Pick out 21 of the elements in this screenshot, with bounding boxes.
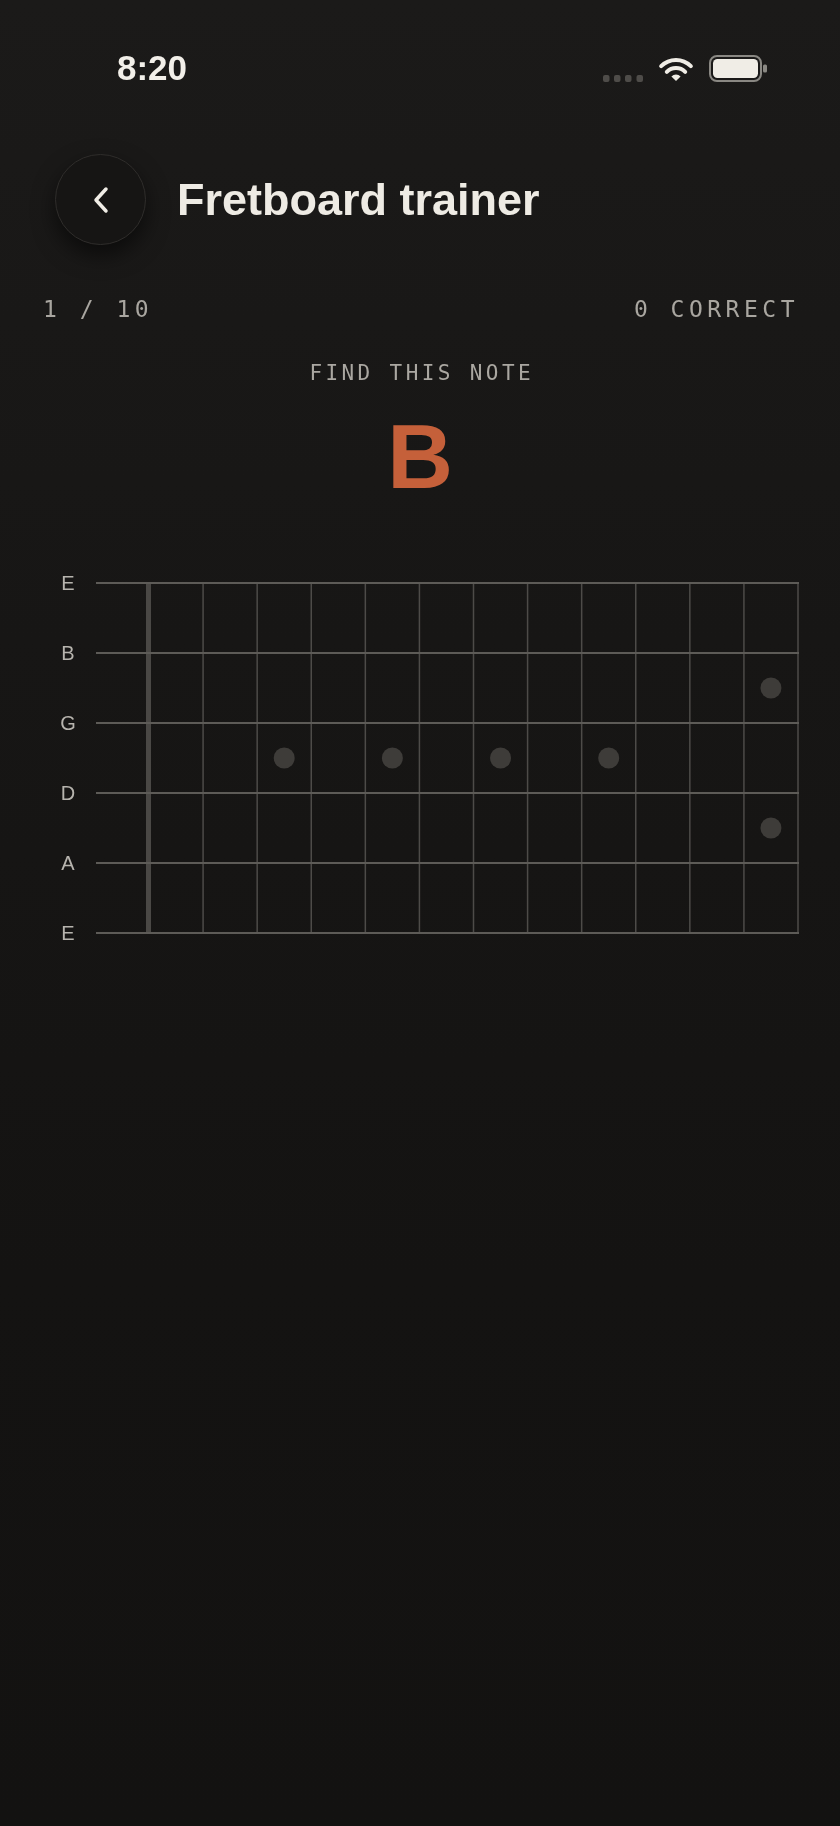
question-counter: 1 / 10 — [43, 295, 154, 323]
string-label: E — [61, 573, 75, 593]
string-label: A — [61, 853, 75, 873]
status-time: 8:20 — [117, 48, 188, 88]
inlay-dot-icon — [760, 677, 782, 699]
string-label: D — [60, 783, 76, 803]
inlay-dot-icon — [490, 747, 512, 769]
wifi-icon — [658, 55, 694, 81]
string-label: E — [61, 923, 75, 943]
inlay-dot-icon — [381, 747, 403, 769]
target-note: B — [387, 412, 453, 502]
screen-title: Fretboard trainer — [177, 172, 540, 227]
score-counter: 0 CORRECT — [633, 295, 799, 323]
battery-icon — [709, 54, 767, 82]
signal-icon — [603, 74, 643, 82]
inlay-dot-icon — [273, 747, 295, 769]
string-label: B — [61, 643, 75, 663]
prompt-label: FIND THIS NOTE — [308, 360, 534, 386]
inlay-dot-icon — [598, 747, 620, 769]
inlay-dot-icon — [760, 817, 782, 839]
string-label: G — [60, 713, 76, 733]
